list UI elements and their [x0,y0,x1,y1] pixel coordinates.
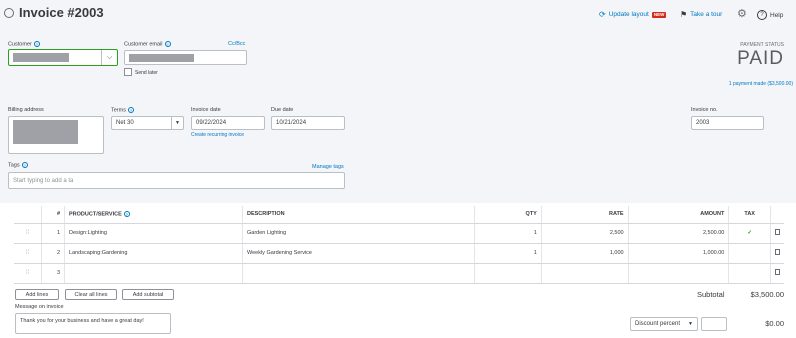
line-items-table: # PRODUCT/SERVICE? DESCRIPTION QTY RATE … [14,206,784,284]
rate-cell[interactable] [541,263,629,284]
add-lines-button[interactable]: Add lines [15,289,59,300]
tax-cell[interactable] [728,263,771,284]
drag-handle-icon[interactable]: ⁞⁞ [26,230,29,236]
billing-address-input[interactable] [8,116,104,154]
due-date-input[interactable]: 10/21/2024 [271,116,345,130]
page-title: Invoice #2003 [19,5,104,20]
description-cell[interactable]: Garden Lighting [242,223,475,244]
amount-cell[interactable]: 1,000.00 [628,243,730,264]
table-row[interactable]: ⁞⁞ 2 Landscaping:Gardening Weekly Garden… [14,243,784,264]
customer-email-label: Customer email? [124,41,171,48]
send-later-checkbox[interactable] [124,68,132,76]
info-icon[interactable]: ? [33,41,40,47]
product-column-header: PRODUCT/SERVICE? [64,206,243,224]
gear-icon[interactable]: ⚙ [737,7,747,20]
drag-column-header [14,206,43,224]
subtotal-value: $3,500.00 [750,290,784,299]
billing-address-redacted [13,120,78,144]
discount-type-select[interactable]: Discount percent ▼ [630,317,698,331]
update-layout-link[interactable]: ⟳ Update layout NEW [599,10,667,19]
table-row[interactable]: ⁞⁞ 1 Design:Lighting Garden Lighting 1 2… [14,223,784,244]
email-redacted [129,53,194,62]
manage-tags-link[interactable]: Manage tags [312,164,344,170]
due-date-label: Due date [271,107,294,113]
description-column-header: DESCRIPTION [242,206,475,224]
discount-input[interactable] [701,317,727,331]
rate-column-header: RATE [541,206,629,224]
num-column-header: # [41,206,65,224]
customer-name-redacted [13,53,69,62]
customer-label: Customer? [8,41,40,48]
invoice-date-input[interactable]: 09/22/2024 [191,116,265,130]
tax-cell[interactable] [728,243,771,264]
customer-email-input[interactable] [124,50,247,65]
info-icon[interactable]: ? [123,211,130,218]
info-icon[interactable]: ? [21,162,28,168]
help-icon: ? [757,10,767,20]
qty-column-header: QTY [474,206,542,224]
tax-column-header: TAX [728,206,771,224]
chevron-down-icon[interactable]: ⌵ [101,50,117,65]
terms-label: Terms? [111,107,134,114]
drag-handle-icon[interactable]: ⁞⁞ [26,250,29,256]
discount-value: $0.00 [765,319,784,328]
payment-status: PAID [737,48,784,69]
drag-handle-icon[interactable]: ⁞⁞ [26,270,29,276]
cc-bcc-link[interactable]: Cc/Bcc [228,41,245,47]
table-header-row: # PRODUCT/SERVICE? DESCRIPTION QTY RATE … [14,206,784,224]
clear-all-lines-button[interactable]: Clear all lines [65,289,117,300]
qty-cell[interactable] [474,263,542,284]
description-cell[interactable]: Weekly Gardening Service [242,243,475,264]
rate-cell[interactable]: 1,000 [541,243,629,264]
create-recurring-link[interactable]: Create recurring invoice [191,132,244,138]
trash-icon[interactable] [775,249,780,255]
amount-cell[interactable]: 2,500.00 [628,223,730,244]
description-cell[interactable] [242,263,475,284]
caret-down-icon[interactable]: ▼ [688,321,693,327]
message-textarea[interactable]: Thank you for your business and have a g… [15,313,171,334]
help-button[interactable]: ? Help [757,10,783,20]
add-subtotal-button[interactable]: Add subtotal [122,289,174,300]
info-icon[interactable]: ? [127,107,134,113]
payments-made-link[interactable]: 1 payment made ($3,500.00) [729,81,793,87]
customer-select[interactable]: ⌵ [8,49,118,66]
product-cell[interactable] [64,263,243,284]
tax-check-icon[interactable]: ✓ [728,223,771,244]
new-badge: NEW [651,11,667,18]
amount-cell[interactable] [628,263,730,284]
info-icon[interactable]: ? [164,41,171,47]
invoice-date-label: Invoice date [191,107,221,113]
send-later-label: Send later [135,70,158,76]
message-label: Message on invoice [15,304,64,310]
refresh-icon: ⟳ [599,10,606,19]
table-row[interactable]: ⁞⁞ 3 [14,263,784,284]
qty-cell[interactable]: 1 [474,243,542,264]
delete-column-header [770,206,784,224]
caret-down-icon[interactable]: ▼ [171,117,183,129]
invoice-no-input[interactable]: 2003 [691,116,764,130]
rate-cell[interactable]: 2,500 [541,223,629,244]
trash-icon[interactable] [775,229,780,235]
take-tour-link[interactable]: ⚑ Take a tour [680,10,722,19]
invoice-no-label: Invoice no. [691,107,718,113]
tags-input[interactable]: Start typing to add a ta [8,172,345,189]
amount-column-header: AMOUNT [628,206,730,224]
tour-icon: ⚑ [680,10,688,19]
trash-icon[interactable] [775,269,780,275]
qty-cell[interactable]: 1 [474,223,542,244]
terms-select[interactable]: Net 30 ▼ [111,116,184,130]
subtotal-label: Subtotal [697,290,725,299]
product-cell[interactable]: Design:Lighting [64,223,243,244]
product-cell[interactable]: Landscaping:Gardening [64,243,243,264]
history-icon[interactable] [4,8,14,18]
billing-address-label: Billing address [8,107,44,113]
tags-label: Tags? [8,162,28,169]
